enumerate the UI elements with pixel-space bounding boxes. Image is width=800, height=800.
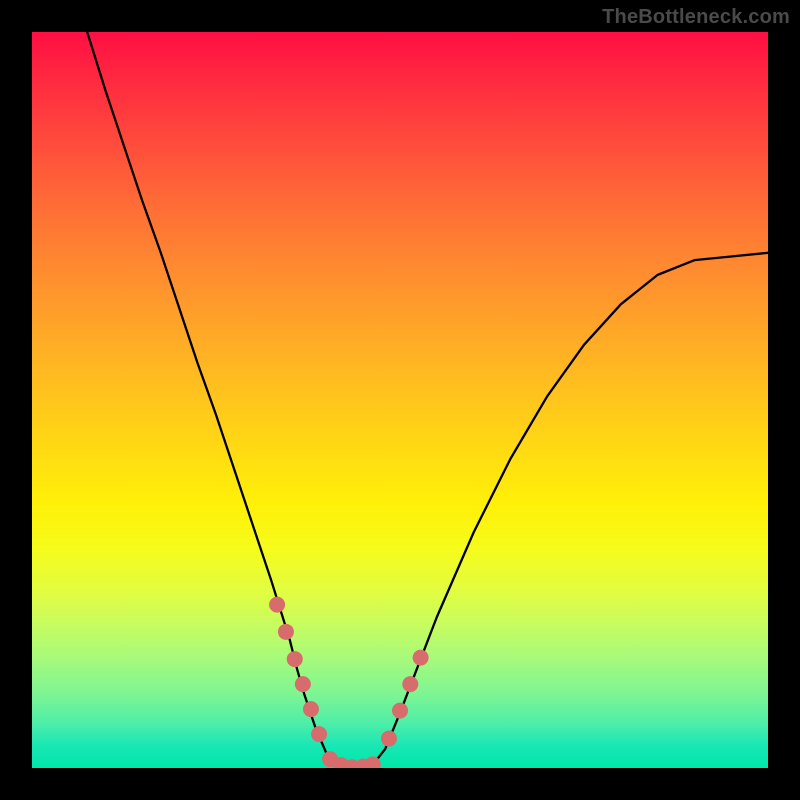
marker-dot [413,650,429,666]
marker-dot [303,701,319,717]
chart-svg [32,32,768,768]
marker-dot [392,703,408,719]
marker-dot [381,731,397,747]
marker-dot [278,624,294,640]
marker-dot [311,726,327,742]
marker-dot [287,651,303,667]
marker-dot [295,676,311,692]
marker-dot [402,676,418,692]
marker-dot [269,597,285,613]
marker-layer [269,597,429,768]
watermark-label: TheBottleneck.com [602,6,790,29]
gradient-plot-area [32,32,768,768]
figure-frame: TheBottleneck.com [0,0,800,800]
